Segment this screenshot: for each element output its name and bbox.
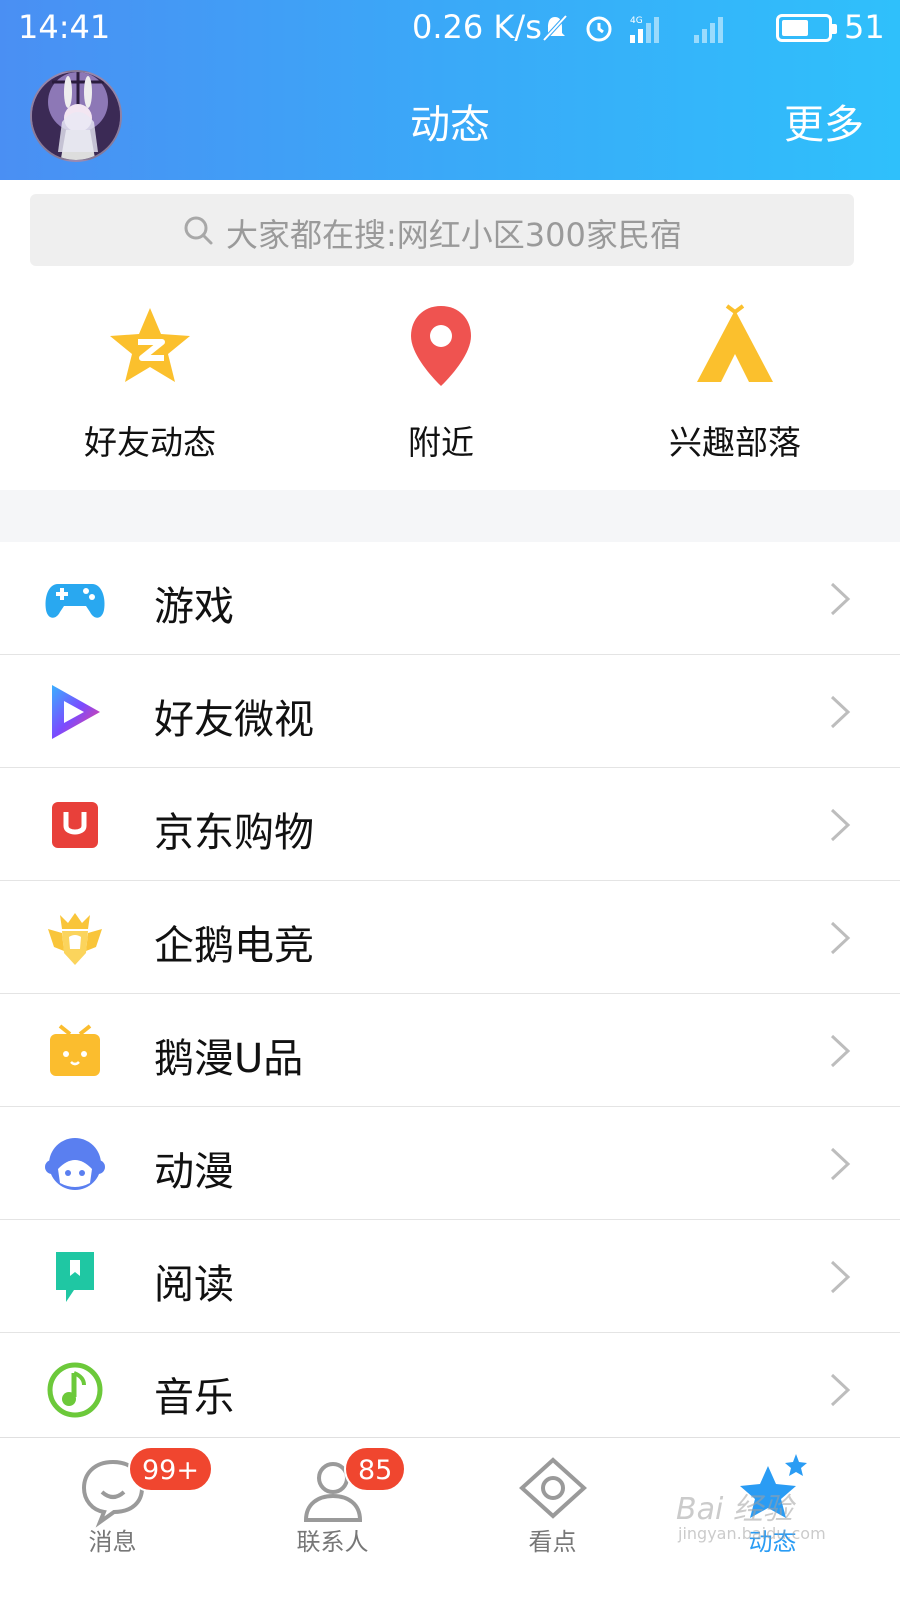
tab-kandian[interactable]: 看点 bbox=[440, 1438, 665, 1600]
watermark-url: jingyan.baidu.com bbox=[678, 1524, 826, 1543]
chevron-right-icon bbox=[830, 1260, 851, 1294]
shortcut-label: 附近 bbox=[408, 423, 474, 462]
esports-crest-icon bbox=[48, 913, 102, 965]
messages-badge: 99+ bbox=[128, 1446, 213, 1492]
shortcut-row: 好友动态 附近 兴趣部落 bbox=[0, 290, 900, 490]
list-item-label: 企鹅电竞 bbox=[154, 923, 314, 969]
more-button[interactable]: 更多 bbox=[784, 92, 864, 150]
list-item-label: 阅读 bbox=[154, 1262, 234, 1308]
list-item-esports[interactable]: 企鹅电竞 bbox=[0, 881, 900, 994]
shortcut-label: 好友动态 bbox=[84, 423, 216, 462]
list-item-label: 好友微视 bbox=[154, 697, 314, 743]
chevron-right-icon bbox=[830, 1034, 851, 1068]
music-note-icon bbox=[47, 1362, 103, 1418]
status-net-speed: 0.26 K/s bbox=[412, 8, 542, 46]
feature-list: 游戏 好友微视 京东购物 企鹅电竞 鹅漫U品 动漫 阅读 音乐 bbox=[0, 542, 900, 1446]
list-item-jd-shopping[interactable]: 京东购物 bbox=[0, 768, 900, 881]
chevron-right-icon bbox=[830, 921, 851, 955]
avatar[interactable] bbox=[30, 70, 122, 162]
search-icon bbox=[184, 216, 213, 245]
qzone-star-icon bbox=[110, 308, 190, 382]
svg-text:4G: 4G bbox=[630, 16, 643, 26]
list-item-label: 京东购物 bbox=[154, 810, 314, 856]
list-item-anime[interactable]: 动漫 bbox=[0, 1107, 900, 1220]
list-item-label: 游戏 bbox=[154, 584, 234, 630]
shortcut-interest-tribe[interactable]: 兴趣部落 bbox=[585, 290, 885, 490]
mute-bell-icon bbox=[542, 14, 568, 42]
list-item-label: 音乐 bbox=[154, 1375, 234, 1421]
section-divider bbox=[0, 490, 900, 542]
status-bar: 14:41 0.26 K/s 4G 51 bbox=[0, 0, 900, 56]
tab-label: 看点 bbox=[528, 1528, 577, 1556]
battery-icon bbox=[776, 14, 837, 42]
shortcut-friend-feed[interactable]: 好友动态 bbox=[0, 290, 300, 490]
shortcut-label: 兴趣部落 bbox=[669, 423, 801, 462]
status-time: 14:41 bbox=[18, 8, 111, 46]
tent-icon bbox=[697, 304, 773, 382]
search-placeholder: 大家都在搜:网红小区300家民宿 bbox=[226, 216, 682, 254]
tab-contacts[interactable]: 85 联系人 bbox=[220, 1438, 445, 1600]
tab-label: 消息 bbox=[88, 1528, 137, 1556]
weishi-play-icon bbox=[52, 685, 100, 739]
alarm-icon bbox=[586, 16, 612, 42]
eye-icon bbox=[519, 1457, 587, 1519]
chevron-right-icon bbox=[830, 808, 851, 842]
search-bar[interactable]: 大家都在搜:网红小区300家民宿 bbox=[30, 194, 854, 266]
signal-empty-icon bbox=[694, 17, 723, 43]
list-item-music[interactable]: 音乐 bbox=[0, 1333, 900, 1446]
bookmark-icon bbox=[56, 1252, 94, 1302]
chevron-right-icon bbox=[830, 1373, 851, 1407]
signal-4g-icon: 4G bbox=[630, 16, 659, 43]
shortcut-nearby[interactable]: 附近 bbox=[291, 290, 591, 490]
page-title: 动态 bbox=[410, 102, 490, 148]
list-item-eman-upin[interactable]: 鹅漫U品 bbox=[0, 994, 900, 1107]
list-item-reading[interactable]: 阅读 bbox=[0, 1220, 900, 1333]
status-icons: 4G bbox=[540, 12, 734, 44]
chevron-right-icon bbox=[830, 582, 851, 616]
jd-bag-icon bbox=[52, 802, 98, 848]
anime-face-icon bbox=[45, 1138, 105, 1190]
list-item-label: 鹅漫U品 bbox=[154, 1036, 304, 1082]
location-pin-icon bbox=[411, 306, 471, 386]
battery-level: 51 bbox=[844, 8, 885, 46]
list-item-weishi[interactable]: 好友微视 bbox=[0, 655, 900, 768]
watermark-text: Bai 经验 bbox=[676, 1492, 793, 1527]
list-item-label: 动漫 bbox=[154, 1149, 234, 1195]
chevron-right-icon bbox=[830, 695, 851, 729]
gift-box-icon bbox=[50, 1024, 100, 1076]
tab-label: 联系人 bbox=[296, 1528, 369, 1556]
header-bar: 14:41 0.26 K/s 4G 51 动态 更多 bbox=[0, 0, 900, 180]
gamepad-icon bbox=[45, 584, 105, 618]
avatar-image bbox=[32, 72, 120, 160]
chevron-right-icon bbox=[830, 1147, 851, 1181]
tab-messages[interactable]: 99+ 消息 bbox=[0, 1438, 225, 1600]
contacts-badge: 85 bbox=[344, 1446, 407, 1492]
list-item-games[interactable]: 游戏 bbox=[0, 542, 900, 655]
